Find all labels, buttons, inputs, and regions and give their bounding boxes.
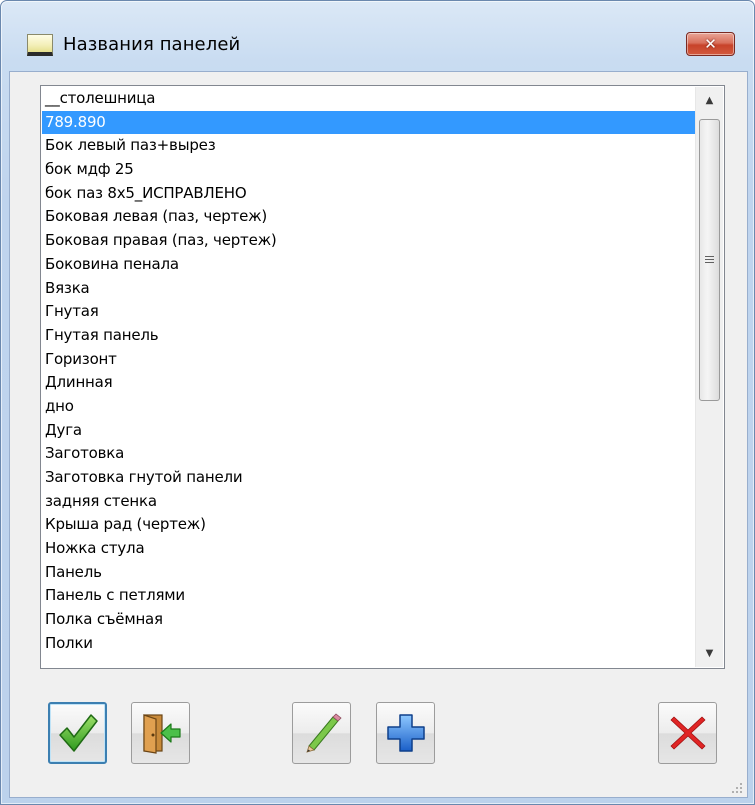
window-app-icon: [27, 34, 53, 56]
list-item[interactable]: Бок левый паз+вырез: [42, 134, 695, 158]
vertical-scrollbar[interactable]: ▲ ▼: [695, 87, 723, 667]
list-item[interactable]: __столешница: [42, 87, 695, 111]
list-item[interactable]: Вязка: [42, 277, 695, 301]
list-item[interactable]: Гнутая панель: [42, 324, 695, 348]
list-item[interactable]: Длинная: [42, 371, 695, 395]
list-item[interactable]: бок мдф 25: [42, 158, 695, 182]
panel-names-list[interactable]: __столешница 789.890 Бок левый паз+вырез бо…: [40, 85, 725, 669]
list-item[interactable]: Крыша рад (чертеж): [42, 513, 695, 537]
list-item[interactable]: Боковая левая (паз, чертеж): [42, 205, 695, 229]
list-item[interactable]: Полка съёмная: [42, 608, 695, 632]
list-item[interactable]: Панель: [42, 561, 695, 585]
close-icon: ✕: [704, 35, 717, 53]
list-item[interactable]: Дуга: [42, 419, 695, 443]
delete-button[interactable]: [658, 702, 717, 764]
resize-grip-icon[interactable]: [731, 782, 743, 794]
ok-button[interactable]: [48, 702, 107, 764]
list-item[interactable]: Панель с петлями: [42, 584, 695, 608]
list-items: __столешница 789.890 Бок левый паз+вырез бо…: [42, 87, 695, 667]
close-button[interactable]: ✕: [686, 32, 735, 56]
list-item[interactable]: Заготовка: [42, 442, 695, 466]
list-item[interactable]: дно: [42, 395, 695, 419]
edit-button[interactable]: [292, 702, 351, 764]
add-button[interactable]: [376, 702, 435, 764]
list-item[interactable]: задняя стенка: [42, 490, 695, 514]
scroll-thumb[interactable]: [699, 119, 720, 401]
pencil-icon: [305, 713, 342, 753]
dialog-window: Названия панелей ✕ __столешница 789.890 Бо…: [0, 0, 755, 805]
exit-button[interactable]: [131, 702, 190, 764]
arrow-up-icon: ▲: [705, 95, 714, 106]
list-item[interactable]: Боковая правая (паз, чертеж): [42, 229, 695, 253]
dialog-body: __столешница 789.890 Бок левый паз+вырез бо…: [9, 71, 748, 798]
arrow-down-icon: ▼: [705, 648, 714, 659]
list-item[interactable]: Ножка стула: [42, 537, 695, 561]
door-exit-icon: [142, 714, 181, 754]
scroll-down-button[interactable]: ▼: [696, 640, 723, 667]
title-bar[interactable]: Названия панелей ✕: [1, 1, 754, 71]
list-item[interactable]: Полки: [42, 632, 695, 656]
list-item[interactable]: Горизонт: [42, 348, 695, 372]
grip-icon: [705, 256, 714, 264]
list-item[interactable]: Гнутая: [42, 300, 695, 324]
list-item[interactable]: бок паз 8х5_ИСПРАВЛЕНО: [42, 182, 695, 206]
window-title: Названия панелей: [63, 34, 241, 55]
list-item[interactable]: Заготовка гнутой панели: [42, 466, 695, 490]
scroll-up-button[interactable]: ▲: [696, 87, 723, 114]
list-item[interactable]: Боковина пенала: [42, 253, 695, 277]
list-item[interactable]: 789.890: [42, 110, 695, 135]
checkmark-icon: [58, 714, 98, 752]
delete-x-icon: [670, 716, 705, 750]
plus-icon: [386, 714, 425, 752]
